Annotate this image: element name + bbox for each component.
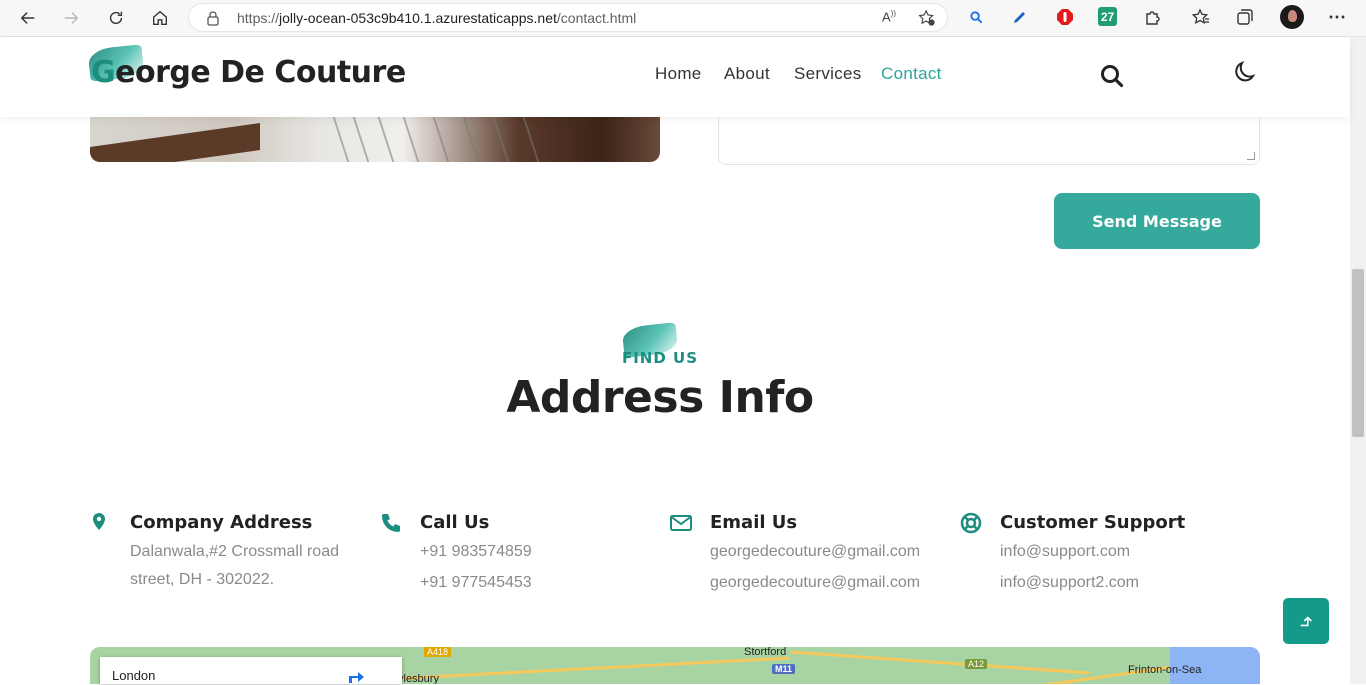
directions-icon[interactable]: [345, 667, 367, 685]
lifebuoy-icon: [960, 512, 982, 534]
favorites-icon[interactable]: [1190, 6, 1212, 28]
map-pin-icon: [93, 513, 105, 530]
info-title: Customer Support: [1000, 512, 1186, 533]
send-message-button[interactable]: Send Message: [1054, 193, 1260, 249]
nav-about[interactable]: About: [724, 64, 770, 84]
extensions-puzzle-icon[interactable]: [1142, 6, 1164, 28]
dark-mode-moon-icon[interactable]: [1233, 59, 1259, 85]
arrow-right-icon: [64, 12, 79, 24]
map-road-shield: A12: [965, 659, 988, 669]
back-button[interactable]: [13, 4, 43, 32]
info-line[interactable]: info@support2.com: [1000, 574, 1139, 592]
arrow-left-icon: [20, 12, 35, 24]
search-extension-icon[interactable]: [965, 6, 987, 28]
reload-icon: [109, 11, 123, 25]
adblock-extension-icon[interactable]: [1054, 6, 1076, 28]
nav-home[interactable]: Home: [655, 64, 702, 84]
envelope-icon: [670, 515, 692, 531]
nav-contact[interactable]: Contact: [881, 64, 942, 84]
map-place-name: London: [112, 668, 156, 683]
map-road-shield: M11: [772, 664, 796, 674]
map-road: [790, 650, 1090, 675]
info-line: street, DH - 302022.: [130, 571, 275, 588]
section-title: Address Info: [506, 372, 814, 423]
site-header: George De Couture Home About Services Co…: [0, 37, 1350, 117]
map-label: Stortford: [744, 647, 787, 658]
map-label: Frinton-on-Sea: [1128, 664, 1202, 676]
arrow-up-icon: [1300, 616, 1312, 627]
info-line[interactable]: +91 983574859: [420, 543, 532, 561]
map-label: ylesbury: [398, 673, 439, 684]
site-logo[interactable]: George De Couture: [91, 55, 406, 90]
address-bar[interactable]: https://jolly-ocean-053c9b410.1.azuresta…: [188, 3, 948, 32]
info-line[interactable]: georgedecouture@gmail.com: [710, 574, 920, 592]
info-line: Dalanwala,#2 Crossmall road: [130, 543, 339, 560]
home-icon: [153, 10, 167, 25]
nav-services[interactable]: Services: [794, 64, 862, 84]
info-line[interactable]: +91 977545453: [420, 574, 532, 592]
logo-initial: G: [91, 55, 116, 90]
url-text[interactable]: https://jolly-ocean-053c9b410.1.azuresta…: [237, 10, 636, 26]
section-eyebrow: FIND US: [621, 349, 699, 367]
info-line[interactable]: info@support.com: [1000, 543, 1130, 561]
collections-icon[interactable]: [1234, 6, 1256, 28]
browser-toolbar: https://jolly-ocean-053c9b410.1.azuresta…: [0, 0, 1366, 37]
info-line[interactable]: georgedecouture@gmail.com: [710, 543, 920, 561]
calendar-extension-icon[interactable]: 27: [1098, 7, 1117, 26]
read-aloud-icon[interactable]: A)): [882, 9, 902, 27]
url-host: jolly-ocean-053c9b410.1.azurestaticapps.…: [279, 10, 557, 26]
textarea-resize-handle[interactable]: [1247, 152, 1255, 160]
message-textarea[interactable]: [718, 117, 1260, 165]
info-title: Email Us: [710, 512, 798, 533]
more-menu-icon[interactable]: ⋯: [1326, 6, 1348, 28]
map-road-shield: A418: [424, 647, 452, 657]
back-to-top-button[interactable]: [1283, 598, 1329, 644]
url-path: /contact.html: [556, 10, 637, 26]
map-road: [390, 656, 790, 681]
logo-text: eorge De Couture: [115, 55, 406, 90]
scrollbar-thumb[interactable]: [1352, 269, 1364, 437]
home-button[interactable]: [145, 4, 175, 32]
contact-photo: [90, 117, 660, 162]
forward-button[interactable]: [56, 4, 86, 32]
reload-button[interactable]: [101, 4, 131, 32]
pen-extension-icon[interactable]: [1009, 6, 1031, 28]
map-place-card: London: [100, 657, 402, 684]
url-prefix: https://: [237, 10, 280, 26]
page-scrollbar[interactable]: [1350, 37, 1366, 684]
lock-icon: [207, 11, 219, 26]
favorites-add-icon[interactable]: [917, 9, 937, 27]
info-title: Company Address: [130, 512, 313, 533]
info-title: Call Us: [420, 512, 490, 533]
profile-avatar[interactable]: [1280, 5, 1304, 29]
phone-icon: [382, 514, 400, 532]
search-icon[interactable]: [1099, 63, 1125, 89]
